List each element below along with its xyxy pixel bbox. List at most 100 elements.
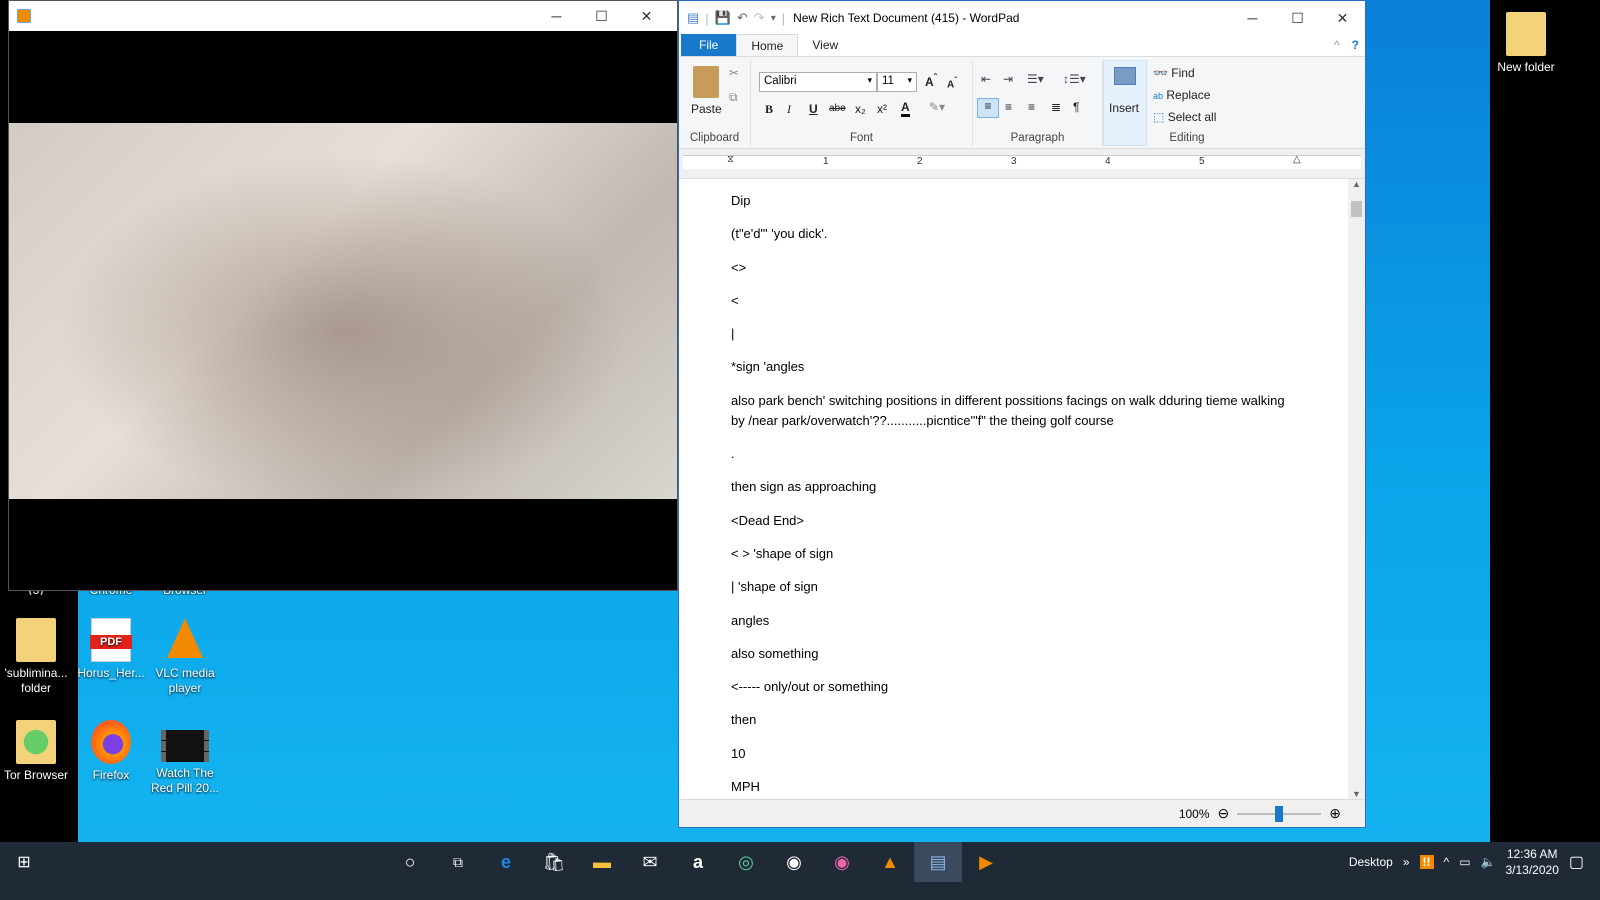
replace-button[interactable]: ab Replace [1153,88,1210,102]
document-paragraph[interactable]: < > 'shape of sign [731,544,1291,564]
justify-button[interactable]: ≣ [1051,100,1061,114]
paste-icon[interactable] [693,66,719,98]
collapse-ribbon-icon[interactable]: ^ [1328,34,1346,56]
vlc-taskbar-icon[interactable]: ▲ [866,842,914,882]
maximize-button[interactable]: ☐ [1275,10,1320,27]
text-color-button[interactable]: A [901,100,910,117]
file-explorer-icon[interactable]: ▬ [578,842,626,882]
minimize-button[interactable]: ─ [1230,10,1275,27]
strikethrough-button[interactable]: abe [829,103,846,114]
document-paragraph[interactable]: 10 [731,744,1291,764]
action-center-icon[interactable]: ▢ [1569,852,1584,872]
scroll-up-icon[interactable]: ▲ [1348,179,1365,189]
tab-view[interactable]: View [798,34,852,56]
amazon-icon[interactable]: a [674,842,722,882]
cut-icon[interactable]: ✂ [729,66,739,80]
close-button[interactable]: ✕ [624,8,669,25]
customize-quick-access-icon[interactable]: ▾ [771,13,776,24]
document-paragraph[interactable]: | 'shape of sign [731,577,1291,597]
insert-button[interactable]: Insert [1109,101,1139,115]
scroll-down-icon[interactable]: ▼ [1348,789,1365,799]
document-paragraph[interactable]: also something [731,644,1291,664]
toolbar-expand-icon[interactable]: » [1403,855,1410,869]
desktop-icon-new-folder[interactable]: New folder [1490,12,1562,75]
find-button[interactable]: 👓 Find [1153,66,1195,80]
desktop-icon-subliminal-folder[interactable]: 'sublimina... folder [0,618,72,696]
line-spacing-icon[interactable]: ↕☰▾ [1063,72,1086,86]
paste-button[interactable]: Paste [691,102,722,116]
vlc-window-taskbar-icon[interactable]: ▶ [962,842,1010,882]
insert-group[interactable]: Insert [1103,60,1147,146]
vlc-titlebar[interactable]: ─ ☐ ✕ [9,1,677,31]
wordpad-taskbar-icon[interactable]: ▤ [914,842,962,882]
zoom-slider-knob[interactable] [1275,805,1284,822]
copy-icon[interactable]: ⧉ [729,90,738,105]
document-paragraph[interactable]: also park bench' switching positions in … [731,391,1291,431]
video-frame[interactable] [9,123,677,499]
font-family-select[interactable]: Calibri ▾ [759,72,877,92]
select-all-button[interactable]: ⬚ Select all [1153,110,1216,124]
document-body[interactable]: Dip (t"e'd"' 'you dick'. <> < | *sign 'angles… [679,179,1349,799]
edge-icon[interactable]: e [482,842,530,882]
desktop-icon-tor-browser[interactable]: Tor Browser [0,720,72,783]
align-center-button[interactable]: ≡ [1005,100,1012,114]
bullets-icon[interactable]: ☰▾ [1027,72,1044,86]
scroll-thumb[interactable] [1351,201,1362,217]
grow-font-button[interactable]: Aˆ [925,73,937,89]
subscript-button[interactable]: x₂ [855,102,866,116]
color-app-icon[interactable]: ◉ [818,842,866,882]
desktop-icon-video[interactable]: Watch The Red Pill 20... [149,730,221,796]
vertical-scrollbar[interactable]: ▲ ▼ [1348,179,1365,799]
desktop-icon-pdf[interactable]: PDF Horus_Her... [75,618,147,681]
paragraph-dialog-icon[interactable]: ¶ [1073,100,1079,114]
network-icon[interactable]: ▭ [1459,855,1470,869]
document-paragraph[interactable]: . [731,444,1291,464]
start-button[interactable]: ⊞ [0,842,48,882]
align-left-button[interactable]: ≡ [977,98,999,118]
redo-icon[interactable]: ↷ [754,10,765,26]
mail-icon[interactable]: ✉ [626,842,674,882]
help-icon[interactable]: ? [1346,34,1365,56]
indent-marker-icon[interactable]: ⧖ [727,154,734,165]
minimize-button[interactable]: ─ [534,8,579,25]
volume-icon[interactable]: 🔈 [1481,855,1496,869]
document-paragraph[interactable]: *sign 'angles [731,357,1291,377]
increase-indent-icon[interactable]: ⇥ [1003,72,1013,86]
document-paragraph[interactable]: MPH [731,777,1291,797]
document-paragraph[interactable]: then [731,710,1291,730]
wordpad-window[interactable]: ▤ | 💾 ↶ ↷ ▾ | New Rich Text Document (41… [678,0,1366,828]
notification-app-icon[interactable]: !! [1419,855,1434,869]
tab-home[interactable]: Home [736,34,799,56]
italic-button[interactable]: I [787,102,791,117]
superscript-button[interactable]: x² [877,102,887,116]
task-view-icon[interactable]: ⧉ [434,842,482,882]
underline-button[interactable]: U [809,102,818,116]
bold-button[interactable]: B [765,102,773,117]
zoom-in-icon[interactable]: ⊕ [1329,805,1341,822]
save-icon[interactable]: 💾 [715,10,731,26]
vlc-window[interactable]: ─ ☐ ✕ [8,0,678,591]
document-paragraph[interactable]: <> [731,258,1291,278]
clock[interactable]: 12:36 AM 3/13/2020 [1505,846,1558,878]
font-size-select[interactable]: 11 ▾ [877,72,917,92]
zoom-slider[interactable] [1237,805,1322,822]
document-paragraph[interactable]: (t"e'd"' 'you dick'. [731,224,1291,244]
shrink-font-button[interactable]: Aˇ [947,75,957,90]
search-icon[interactable]: ○ [386,842,434,882]
desktop-toolbar[interactable]: Desktop [1349,855,1393,869]
undo-icon[interactable]: ↶ [737,10,748,26]
zoom-out-icon[interactable]: ⊖ [1218,805,1230,822]
document-paragraph[interactable]: then sign as approaching [731,477,1291,497]
maximize-button[interactable]: ☐ [579,8,624,25]
desktop-icon-firefox[interactable]: Firefox [75,720,147,783]
camera-icon[interactable]: ◉ [770,842,818,882]
tab-file[interactable]: File [681,34,737,56]
show-hidden-icons[interactable]: ^ [1444,855,1450,869]
right-indent-marker-icon[interactable]: △ [1293,154,1301,165]
highlight-icon[interactable]: ✎▾ [929,100,945,114]
decrease-indent-icon[interactable]: ⇤ [981,72,991,86]
document-paragraph[interactable]: <Dead End> [731,511,1291,531]
document-paragraph[interactable]: Dip [731,191,1291,211]
document-paragraph[interactable]: <----- only/out or something [731,677,1291,697]
tripadvisor-icon[interactable]: ◎ [722,842,770,882]
